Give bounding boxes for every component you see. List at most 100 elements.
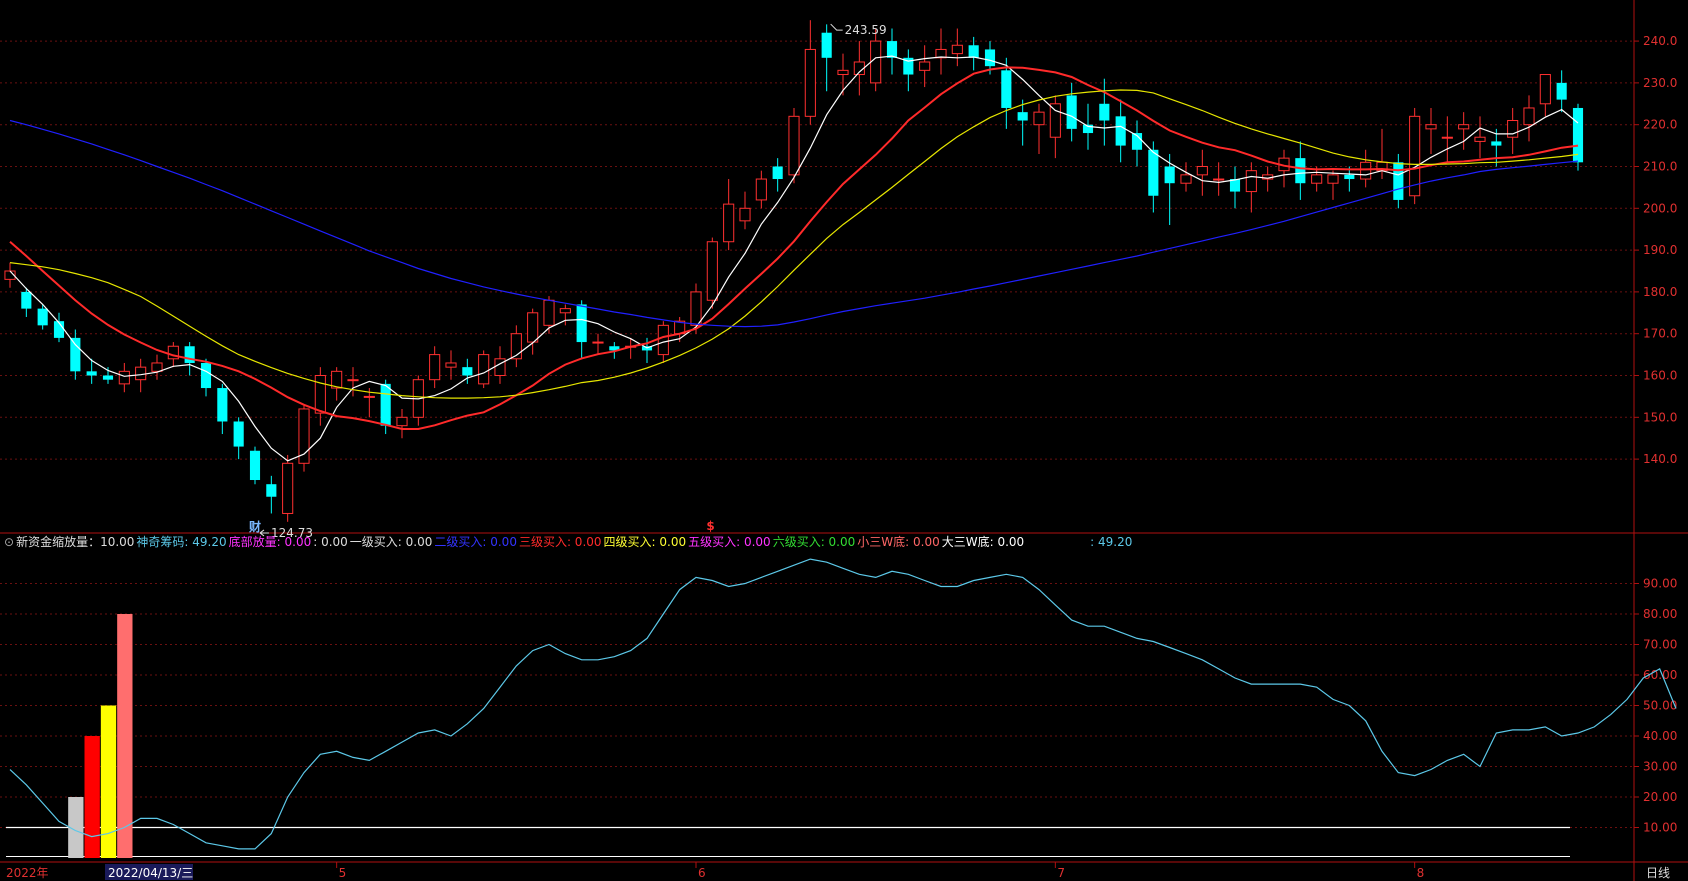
candle-body bbox=[1099, 103, 1110, 121]
candle-body bbox=[1295, 158, 1306, 184]
legend-item: 底部放量: 0.00 bbox=[228, 535, 312, 549]
indicator-tick-label: 10.00 bbox=[1643, 821, 1677, 835]
candle-body bbox=[462, 367, 473, 376]
candle-body bbox=[396, 416, 408, 427]
indicator-tick-label: 70.00 bbox=[1643, 638, 1677, 652]
legend-item: 大三W底: 0.00 bbox=[941, 535, 1025, 549]
candle-body bbox=[723, 203, 735, 243]
indicator-legend: ⊙ 新资金缩放量：10.00 神奇筹码: 49.20 底部放量: 0.00: 0.00… bbox=[4, 533, 1134, 551]
candle-body bbox=[102, 375, 114, 380]
candle-body bbox=[266, 484, 277, 497]
background bbox=[0, 0, 1688, 881]
candle-body bbox=[527, 312, 539, 343]
indicator-tick-label: 20.00 bbox=[1643, 790, 1677, 804]
candle-body bbox=[576, 304, 587, 343]
candle-body bbox=[1033, 111, 1045, 126]
legend-item: 二级买入: 0.00 bbox=[434, 535, 517, 549]
candle-body bbox=[1017, 112, 1028, 121]
price-tick-label: 150.0 bbox=[1643, 410, 1677, 424]
candle-body bbox=[380, 383, 391, 426]
indicator-tick-label: 80.00 bbox=[1643, 607, 1677, 621]
legend-item: 小三W底: 0.00 bbox=[857, 535, 940, 549]
period-label: 日线 bbox=[1646, 866, 1670, 880]
candle bbox=[478, 350, 490, 389]
candle-body bbox=[559, 308, 571, 314]
candle-body bbox=[1507, 120, 1519, 138]
price-tick-label: 190.0 bbox=[1643, 243, 1677, 257]
candle-body bbox=[314, 375, 326, 414]
candle-body bbox=[494, 358, 506, 377]
candle-body bbox=[478, 354, 490, 385]
indicator-tick-label: 30.00 bbox=[1643, 760, 1677, 774]
candle-body bbox=[1066, 95, 1077, 129]
legend-item: 一级买入: 0.00 bbox=[349, 535, 433, 549]
candle-body bbox=[690, 291, 702, 326]
price-tick-label: 170.0 bbox=[1643, 327, 1677, 341]
candle-body bbox=[135, 366, 147, 381]
candle-body bbox=[968, 45, 979, 58]
candle-body bbox=[1115, 116, 1126, 146]
candle-body bbox=[788, 115, 800, 176]
candle-body bbox=[1491, 141, 1502, 146]
candle-body bbox=[217, 388, 228, 422]
legend-item: 六级买入: 0.00 bbox=[772, 535, 856, 549]
candle-body bbox=[1474, 136, 1486, 142]
candle-body bbox=[249, 450, 261, 481]
x-tick-label: 2022/04/13/三 bbox=[108, 866, 193, 880]
candle-body bbox=[1196, 165, 1208, 176]
candle-body bbox=[184, 346, 195, 363]
candle-body bbox=[592, 341, 604, 344]
collapse-icon[interactable]: ⊙ bbox=[4, 535, 14, 549]
candle-body bbox=[755, 178, 767, 201]
candle-body bbox=[1180, 174, 1192, 184]
candle bbox=[1409, 107, 1421, 205]
candle-body bbox=[1458, 124, 1470, 130]
event-marker: $ bbox=[706, 519, 714, 533]
x-tick-label: 5 bbox=[339, 866, 347, 880]
legend-item: 四级买入: 0.00 bbox=[603, 535, 687, 549]
candle-body bbox=[1539, 74, 1551, 105]
legend-item: 新资金缩放量：10.00 bbox=[16, 535, 135, 549]
candle-body bbox=[984, 49, 996, 67]
candle-body bbox=[543, 299, 555, 326]
chart-stage: 240.0 230.0 220.0 210.0 200.0 190.0 180.0 170.0… bbox=[0, 0, 1688, 881]
candle-body bbox=[657, 324, 669, 356]
candle-body bbox=[1344, 174, 1355, 180]
candle-body bbox=[837, 69, 849, 76]
candle-body bbox=[86, 371, 97, 376]
indicator-tick-label: 90.00 bbox=[1643, 577, 1677, 591]
candle-body bbox=[821, 32, 832, 58]
candle-body bbox=[1001, 70, 1012, 108]
candle-body bbox=[1164, 166, 1175, 184]
candle-body bbox=[21, 291, 32, 309]
candle-body bbox=[1360, 161, 1372, 180]
candle-body bbox=[706, 241, 718, 301]
candle-body bbox=[200, 362, 212, 389]
legend-item: 神奇筹码: 49.20 bbox=[136, 535, 227, 549]
candle-body bbox=[233, 421, 244, 447]
candle-body bbox=[804, 48, 816, 117]
candle-body bbox=[282, 462, 294, 514]
candle-body bbox=[363, 395, 375, 398]
x-tick-label: 7 bbox=[1057, 866, 1065, 880]
indicator-bar bbox=[84, 736, 100, 858]
price-tick-label: 210.0 bbox=[1643, 159, 1677, 173]
candle-body bbox=[151, 362, 163, 372]
x-tick-label: 8 bbox=[1417, 866, 1425, 880]
candle-body bbox=[1245, 170, 1257, 193]
candle bbox=[298, 404, 310, 472]
candle-body bbox=[1441, 136, 1453, 139]
candle-body bbox=[1556, 82, 1567, 100]
candle-body bbox=[951, 44, 963, 55]
candle-body bbox=[445, 362, 457, 368]
x-tick-label: 2022年 bbox=[6, 866, 49, 880]
candle-body bbox=[870, 40, 882, 84]
legend-item: : 0.00 bbox=[313, 535, 348, 549]
legend-item: : 49.20 bbox=[1090, 535, 1133, 549]
candle-body bbox=[1425, 124, 1437, 130]
candle-body bbox=[1148, 149, 1159, 196]
candle-body bbox=[1213, 178, 1225, 181]
candle-body bbox=[429, 354, 441, 381]
candle-body bbox=[1523, 107, 1535, 126]
price-tick-label: 240.0 bbox=[1643, 34, 1677, 48]
